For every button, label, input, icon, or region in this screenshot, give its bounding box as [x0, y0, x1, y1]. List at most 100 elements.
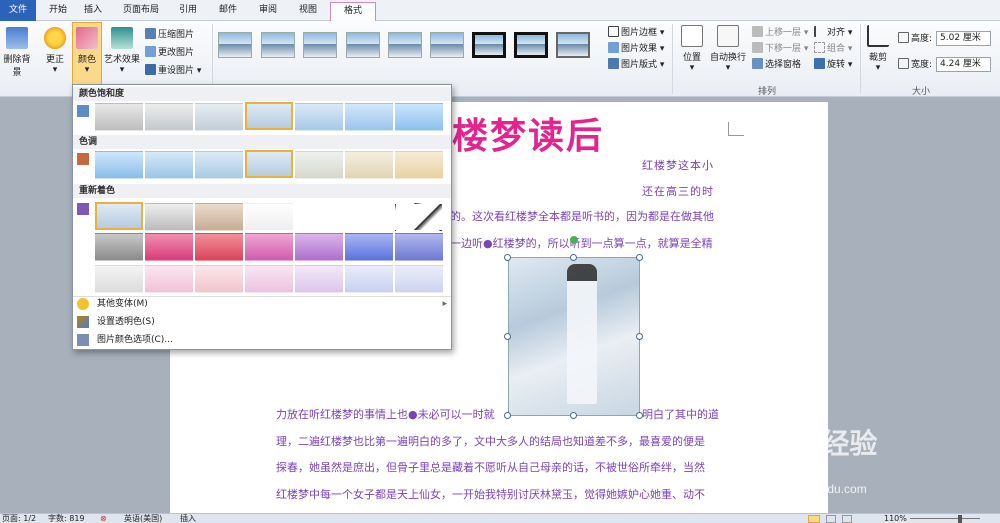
- change-picture-button[interactable]: 更改图片: [145, 45, 194, 61]
- set-transparent-color-item[interactable]: 设置透明色(S): [97, 314, 155, 330]
- resize-handle[interactable]: [570, 412, 577, 419]
- recolor-light-pink[interactable]: [145, 265, 193, 293]
- recolor-dark-pink[interactable]: [145, 233, 193, 261]
- tab-home[interactable]: 开始: [40, 2, 76, 21]
- saturation-300[interactable]: [345, 103, 393, 131]
- remove-background-button[interactable]: 删除背景: [0, 27, 34, 78]
- text-line[interactable]: 的。这次看红楼梦全本都是听书的，因为都是在做其他: [450, 208, 714, 224]
- bring-forward-button[interactable]: 上移一层 ▾: [752, 25, 808, 41]
- tone-3[interactable]: [195, 151, 243, 179]
- recolor-light-blue[interactable]: [345, 265, 393, 293]
- text-line[interactable]: 探春，她虽然是庶出，但骨子里总是藏着不愿听从自己母亲的话，不被世俗所牵绊，当然: [276, 459, 705, 475]
- tab-review[interactable]: 审阅: [250, 2, 286, 21]
- zoom-slider-thumb[interactable]: [958, 515, 962, 523]
- recolor-bw-75[interactable]: [395, 203, 443, 231]
- position-button[interactable]: 位置 ▾: [678, 25, 706, 73]
- resize-handle[interactable]: [504, 333, 511, 340]
- more-variants-item[interactable]: 其他变体(M) ▸: [97, 296, 447, 312]
- full-screen-icon[interactable]: [826, 515, 836, 523]
- saturation-100[interactable]: [245, 102, 293, 130]
- send-backward-button[interactable]: 下移一层 ▾: [752, 41, 808, 57]
- resize-handle[interactable]: [636, 254, 643, 261]
- text-line[interactable]: 理，二遍红楼梦也比第一遍明白的多了，文中大多人的结局也知道差不多，最喜爱的便是: [276, 433, 705, 449]
- picture-style-4[interactable]: [346, 32, 380, 58]
- text-line[interactable]: 力放在听红楼梦的事情上也●未必可以一时就: [276, 406, 495, 422]
- saturation-400[interactable]: [395, 103, 443, 131]
- tab-file[interactable]: 文件: [0, 0, 36, 21]
- corrections-button[interactable]: 更正 ▾: [40, 27, 70, 75]
- picture-style-8[interactable]: [514, 32, 548, 58]
- recolor-dark-purple[interactable]: [295, 233, 343, 261]
- selected-picture[interactable]: [508, 257, 640, 416]
- tab-page-layout[interactable]: 页面布局: [114, 2, 168, 21]
- language[interactable]: 英语(美国): [124, 514, 162, 523]
- tone-2[interactable]: [145, 151, 193, 179]
- compress-pictures-button[interactable]: 压缩图片: [145, 27, 194, 43]
- width-input[interactable]: 4.24 厘米: [936, 57, 991, 72]
- insert-mode[interactable]: 插入: [180, 514, 196, 523]
- resize-handle[interactable]: [504, 412, 511, 419]
- tone-1[interactable]: [95, 151, 143, 179]
- recolor-none[interactable]: [95, 202, 143, 230]
- align-button[interactable]: 对齐 ▾: [814, 25, 852, 41]
- resize-handle[interactable]: [504, 254, 511, 261]
- web-layout-icon[interactable]: [842, 515, 852, 523]
- picture-style-1[interactable]: [218, 32, 252, 58]
- artistic-effects-button[interactable]: 艺术效果 ▾: [104, 27, 140, 75]
- resize-handle[interactable]: [636, 412, 643, 419]
- page-count[interactable]: 页面: 1/2: [2, 514, 36, 523]
- picture-effects-button[interactable]: 图片效果 ▾: [608, 41, 664, 57]
- group-button[interactable]: 组合 ▾: [814, 41, 852, 57]
- recolor-dark-magenta[interactable]: [245, 233, 293, 261]
- tab-references[interactable]: 引用: [170, 2, 206, 21]
- recolor-bw-50[interactable]: [345, 203, 393, 231]
- recolor-dark-gray[interactable]: [95, 233, 143, 261]
- recolor-dark-red[interactable]: [195, 233, 243, 261]
- saturation-33[interactable]: [145, 103, 193, 131]
- text-line[interactable]: 还在高三的时: [642, 183, 714, 199]
- resize-handle[interactable]: [636, 333, 643, 340]
- tab-mailings[interactable]: 邮件: [210, 2, 246, 21]
- picture-style-5[interactable]: [388, 32, 422, 58]
- recolor-light-magenta[interactable]: [245, 265, 293, 293]
- wrap-text-button[interactable]: 自动换行 ▾: [708, 25, 748, 73]
- picture-style-6[interactable]: [430, 32, 464, 58]
- picture-color-options-item[interactable]: 图片颜色选项(C)...: [97, 332, 173, 348]
- text-line[interactable]: 红楼梦中每一个女子都是天上仙女，一开始我特别讨厌林黛玉，觉得她嫉妒心她重、动不: [276, 486, 705, 502]
- rotate-handle[interactable]: [570, 236, 578, 244]
- picture-style-7[interactable]: [472, 32, 506, 58]
- picture-style-3[interactable]: [303, 32, 337, 58]
- saturation-0[interactable]: [95, 103, 143, 131]
- proofing-icon[interactable]: ⊗: [100, 514, 107, 523]
- document-title[interactable]: 楼梦读后: [452, 107, 604, 159]
- recolor-light-gray[interactable]: [95, 265, 143, 293]
- word-count[interactable]: 字数: 819: [48, 514, 85, 523]
- zoom-level[interactable]: 110%: [884, 514, 907, 523]
- text-line[interactable]: 一边听●红楼梦的，所以听到一点算一点，就算是全精: [450, 235, 713, 251]
- recolor-light-red[interactable]: [195, 265, 243, 293]
- recolor-washout[interactable]: [245, 203, 293, 231]
- tone-4[interactable]: [245, 150, 293, 178]
- crop-button[interactable]: 裁剪 ▾: [864, 25, 892, 73]
- print-layout-icon[interactable]: [808, 515, 820, 523]
- resize-handle[interactable]: [570, 254, 577, 261]
- tone-5[interactable]: [295, 151, 343, 179]
- reset-picture-button[interactable]: 重设图片 ▾: [145, 63, 201, 79]
- picture-style-9[interactable]: [556, 32, 590, 58]
- tone-6[interactable]: [345, 151, 393, 179]
- text-line[interactable]: 红楼梦这本小: [642, 157, 714, 173]
- saturation-66[interactable]: [195, 103, 243, 131]
- zoom-slider[interactable]: [910, 518, 980, 519]
- tone-7[interactable]: [395, 151, 443, 179]
- recolor-dark-blue[interactable]: [345, 233, 393, 261]
- selection-pane-button[interactable]: 选择窗格: [752, 57, 801, 73]
- saturation-200[interactable]: [295, 103, 343, 131]
- recolor-bw-25[interactable]: [295, 203, 343, 231]
- rotate-button[interactable]: 旋转 ▾: [814, 57, 852, 73]
- recolor-grayscale[interactable]: [145, 203, 193, 231]
- picture-style-2[interactable]: [261, 32, 295, 58]
- height-input[interactable]: 5.02 厘米: [936, 31, 991, 46]
- recolor-light-indigo[interactable]: [395, 265, 443, 293]
- picture-layout-button[interactable]: 图片版式 ▾: [608, 57, 664, 73]
- picture-border-button[interactable]: 图片边框 ▾: [608, 25, 664, 41]
